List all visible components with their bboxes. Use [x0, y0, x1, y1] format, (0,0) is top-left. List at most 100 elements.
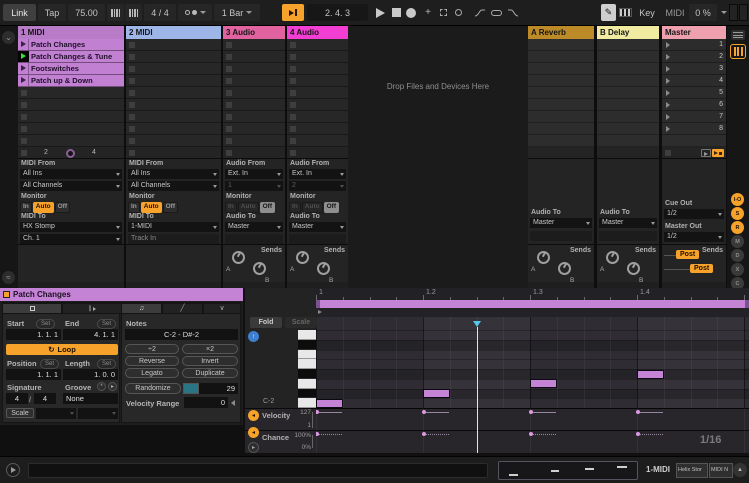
- empty-clip-slot[interactable]: [18, 123, 124, 135]
- track-stop-button[interactable]: [226, 150, 232, 156]
- start-value[interactable]: 1. 1. 1: [6, 329, 61, 340]
- send-a-post-button[interactable]: Post: [676, 250, 699, 259]
- scale-name-chooser[interactable]: [78, 408, 118, 419]
- computer-midi-keyboard-button[interactable]: [618, 5, 633, 20]
- empty-clip-slot[interactable]: [126, 135, 221, 147]
- input-channel-chooser[interactable]: 1: [225, 181, 283, 191]
- clip-stop-button[interactable]: [226, 78, 232, 84]
- chance-lane-fold-button[interactable]: ◂: [248, 427, 259, 438]
- white-key[interactable]: [298, 379, 316, 389]
- draw-mode-button[interactable]: ✎: [601, 4, 616, 21]
- loop-switch[interactable]: [489, 5, 504, 20]
- white-key[interactable]: [298, 359, 316, 369]
- clip-launch-button[interactable]: [18, 39, 29, 50]
- monitor-auto-button[interactable]: Auto: [141, 202, 162, 213]
- white-key[interactable]: [298, 350, 316, 360]
- empty-clip-slot[interactable]: [18, 111, 124, 123]
- set-length-button[interactable]: Set: [97, 359, 116, 369]
- empty-clip-slot[interactable]: [126, 123, 221, 135]
- empty-clip-slot[interactable]: [287, 135, 348, 147]
- time-signature-field[interactable]: 4 / 4: [144, 4, 176, 21]
- empty-clip-slot[interactable]: [287, 87, 348, 99]
- mixer-toggle-d[interactable]: D: [731, 249, 744, 262]
- cue-out-chooser[interactable]: 1/2: [664, 209, 724, 219]
- return-track-header[interactable]: A Reverb: [528, 26, 594, 39]
- clip-stop-button[interactable]: [129, 114, 135, 120]
- black-key[interactable]: [298, 369, 316, 379]
- link-button[interactable]: Link: [3, 4, 36, 21]
- midi-note[interactable]: [423, 389, 450, 398]
- overview-menu-icon[interactable]: [731, 30, 745, 40]
- empty-clip-slot[interactable]: [126, 75, 221, 87]
- tab-notes[interactable]: ♫: [121, 303, 162, 314]
- groove-commit-button[interactable]: *: [97, 382, 106, 391]
- return-track-header[interactable]: B Delay: [597, 26, 659, 39]
- output-type-chooser[interactable]: Master: [599, 218, 657, 228]
- scene-slot[interactable]: 2: [662, 51, 726, 63]
- clip[interactable]: Patch up & Down: [18, 75, 124, 87]
- clip-stop-button[interactable]: [129, 42, 135, 48]
- send-b-knob[interactable]: [253, 262, 266, 275]
- clip-stop-button[interactable]: [21, 126, 27, 132]
- chance-marker[interactable]: [636, 432, 640, 436]
- clip-stop-button[interactable]: [21, 102, 27, 108]
- master-track-header[interactable]: Master: [662, 26, 726, 39]
- track-header[interactable]: 1 MIDI: [18, 26, 124, 39]
- scene-slot[interactable]: 1: [662, 39, 726, 51]
- set-position-button[interactable]: Set: [40, 359, 59, 369]
- monitor-off-button[interactable]: Off: [260, 202, 275, 213]
- empty-clip-slot[interactable]: [18, 135, 124, 147]
- midi-note[interactable]: [637, 370, 664, 379]
- track-stop-button[interactable]: [290, 150, 296, 156]
- chance-marker[interactable]: [529, 432, 533, 436]
- session-drop-area[interactable]: Drop Files and Devices Here: [348, 26, 528, 288]
- scene-slot[interactable]: 6: [662, 99, 726, 111]
- signature-denominator[interactable]: 4: [34, 393, 56, 404]
- show-browser-button[interactable]: ⌄: [2, 31, 15, 44]
- track-stop-button[interactable]: [129, 150, 135, 156]
- clip-stop-button[interactable]: [226, 90, 232, 96]
- clip-overview[interactable]: [498, 461, 638, 480]
- randomize-button[interactable]: Randomize: [125, 383, 181, 394]
- halve-time-button[interactable]: ÷2: [125, 344, 179, 354]
- input-type-chooser[interactable]: All Ins: [20, 169, 122, 179]
- preview-button[interactable]: [6, 463, 20, 477]
- groove-pool-button[interactable]: ≈: [2, 271, 15, 284]
- empty-clip-slot[interactable]: [287, 111, 348, 123]
- start-marker-icon[interactable]: [318, 310, 322, 314]
- duplicate-button[interactable]: Duplicate: [182, 368, 238, 378]
- empty-clip-slot[interactable]: [18, 99, 124, 111]
- empty-clip-slot[interactable]: [287, 99, 348, 111]
- output-type-chooser[interactable]: Master: [225, 222, 283, 232]
- clip-stop-button[interactable]: [290, 54, 296, 60]
- mixer-toggle-r[interactable]: R: [731, 221, 744, 234]
- scene-slot[interactable]: 4: [662, 75, 726, 87]
- tab-envelopes[interactable]: ╱: [162, 303, 203, 314]
- double-time-button[interactable]: ×2: [182, 344, 238, 354]
- preview-note-button[interactable]: ▸: [248, 442, 259, 453]
- scene-slot[interactable]: 8: [662, 123, 726, 135]
- clip-stop-button[interactable]: [129, 54, 135, 60]
- send-b-knob[interactable]: [627, 262, 640, 275]
- clip-stop-button[interactable]: [129, 78, 135, 84]
- clip[interactable]: Footswitches: [18, 63, 124, 75]
- groove-hotswap-button[interactable]: ▸: [108, 382, 117, 391]
- scale-mode-button[interactable]: Scale: [285, 317, 317, 328]
- scene-slot[interactable]: 7: [662, 111, 726, 123]
- playhead-marker[interactable]: [473, 321, 481, 327]
- clip-stop-button[interactable]: [226, 54, 232, 60]
- mixer-toggle-m[interactable]: M: [731, 235, 744, 248]
- black-key[interactable]: [298, 340, 316, 350]
- velocity-lane-fold-button[interactable]: ◂: [248, 410, 259, 421]
- loop-end-handle[interactable]: [745, 300, 749, 308]
- empty-clip-slot[interactable]: [223, 135, 285, 147]
- arrangement-record-button[interactable]: [404, 5, 417, 20]
- empty-clip-slot[interactable]: [223, 75, 285, 87]
- white-key[interactable]: [298, 330, 316, 340]
- loop-start-handle[interactable]: [316, 300, 320, 308]
- monitor-auto-button[interactable]: Auto: [238, 202, 259, 213]
- velocity-range-value[interactable]: 0: [184, 397, 228, 408]
- mixer-toggle-i-o[interactable]: I-O: [731, 193, 744, 206]
- track-header[interactable]: 4 Audio: [287, 26, 348, 39]
- scale-button[interactable]: Scale: [6, 408, 34, 418]
